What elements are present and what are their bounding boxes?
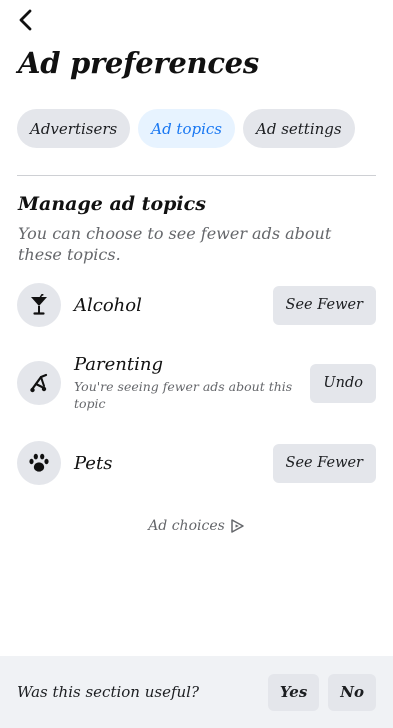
topic-status: You're seeing fewer ads about this topic [74,379,293,411]
undo-button[interactable]: Undo [310,363,376,403]
chevron-left-icon [19,9,32,31]
topic-name: Alcohol [74,294,142,316]
yes-button[interactable]: Yes [267,673,320,711]
topic-row-pets: Pets See Fewer [17,441,376,485]
divider [17,175,376,176]
back-button[interactable] [12,6,40,34]
page-title: Ad preferences [18,46,259,80]
topic-name: Parenting [74,354,163,375]
topic-row-alcohol: Alcohol See Fewer [17,283,376,327]
ad-choices-link[interactable]: Ad choices [0,518,393,534]
feedback-bar: Was this section useful? Yes No [0,656,393,728]
no-button[interactable]: No [328,673,376,711]
topic-name: Pets [74,452,113,474]
tab-ad-settings[interactable]: Ad settings [243,109,355,148]
tab-bar: Advertisers Ad topics Ad settings [17,109,355,148]
tab-advertisers[interactable]: Advertisers [17,109,131,148]
cocktail-icon [17,283,61,327]
feedback-question: Was this section useful? [17,683,200,701]
ad-choices-icon [231,519,244,533]
see-fewer-button[interactable]: See Fewer [272,285,376,325]
topic-row-parenting: Parenting You're seeing fewer ads about … [17,354,376,412]
stroller-icon [17,361,61,405]
section-title: Manage ad topics [18,193,206,215]
paw-icon [17,441,61,485]
tab-ad-topics[interactable]: Ad topics [138,109,235,148]
see-fewer-button[interactable]: See Fewer [272,443,376,483]
section-description: You can choose to see fewer ads about th… [18,224,332,264]
ad-choices-label: Ad choices [148,518,225,534]
